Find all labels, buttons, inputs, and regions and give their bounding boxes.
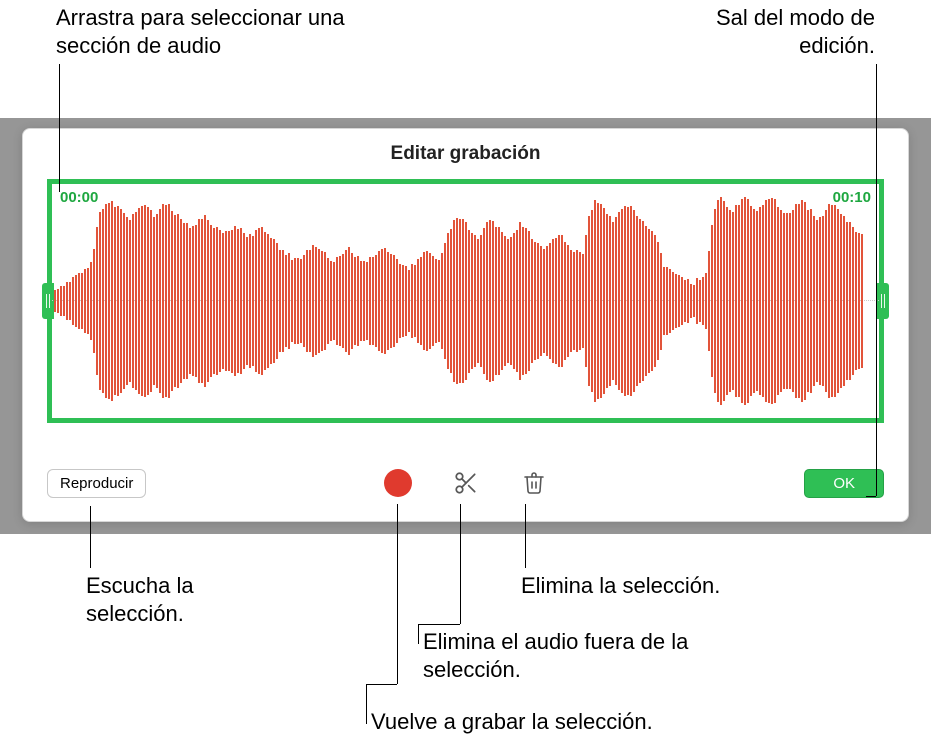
callout-listen-selection: Escucha la selección.: [86, 572, 286, 627]
record-icon: [384, 469, 412, 497]
leader-line: [418, 624, 419, 644]
edit-toolbar: Reproducir: [47, 463, 884, 503]
leader-line: [876, 64, 877, 496]
leader-line: [397, 504, 398, 684]
play-button[interactable]: Reproducir: [47, 469, 146, 498]
record-button[interactable]: [381, 466, 415, 500]
leader-line: [418, 624, 460, 625]
delete-button[interactable]: [517, 466, 551, 500]
trim-button[interactable]: [449, 466, 483, 500]
leader-line: [90, 506, 91, 568]
waveform-selection-area[interactable]: 00:00 00:10: [47, 179, 884, 423]
callout-trim-outside: Elimina el audio fuera de la selección.: [423, 628, 723, 683]
callout-drag-select: Arrastra para seleccionar una sección de…: [56, 4, 356, 59]
callout-delete-selection: Elimina la selección.: [521, 572, 781, 600]
callout-rerecord-selection: Vuelve a grabar la selección.: [371, 708, 721, 736]
ok-button[interactable]: OK: [804, 469, 884, 498]
timecode-start: 00:00: [60, 189, 98, 206]
leader-line: [366, 684, 397, 685]
selection-handle-left[interactable]: [42, 283, 54, 319]
timecode-end: 00:10: [833, 189, 871, 206]
trash-icon: [522, 470, 546, 496]
edit-recording-panel: Editar grabación 00:00 00:10 Reproducir: [22, 128, 909, 522]
leader-line: [366, 684, 367, 724]
waveform: [54, 192, 877, 410]
scissors-icon: [453, 470, 479, 496]
leader-line: [59, 64, 60, 192]
selection-handle-right[interactable]: [877, 283, 889, 319]
center-tool-group: [381, 466, 551, 500]
leader-line: [866, 496, 876, 497]
leader-line: [525, 504, 526, 568]
callout-exit-edit: Sal del modo de edición.: [665, 4, 875, 59]
panel-title: Editar grabación: [23, 129, 908, 175]
leader-line: [460, 504, 461, 624]
